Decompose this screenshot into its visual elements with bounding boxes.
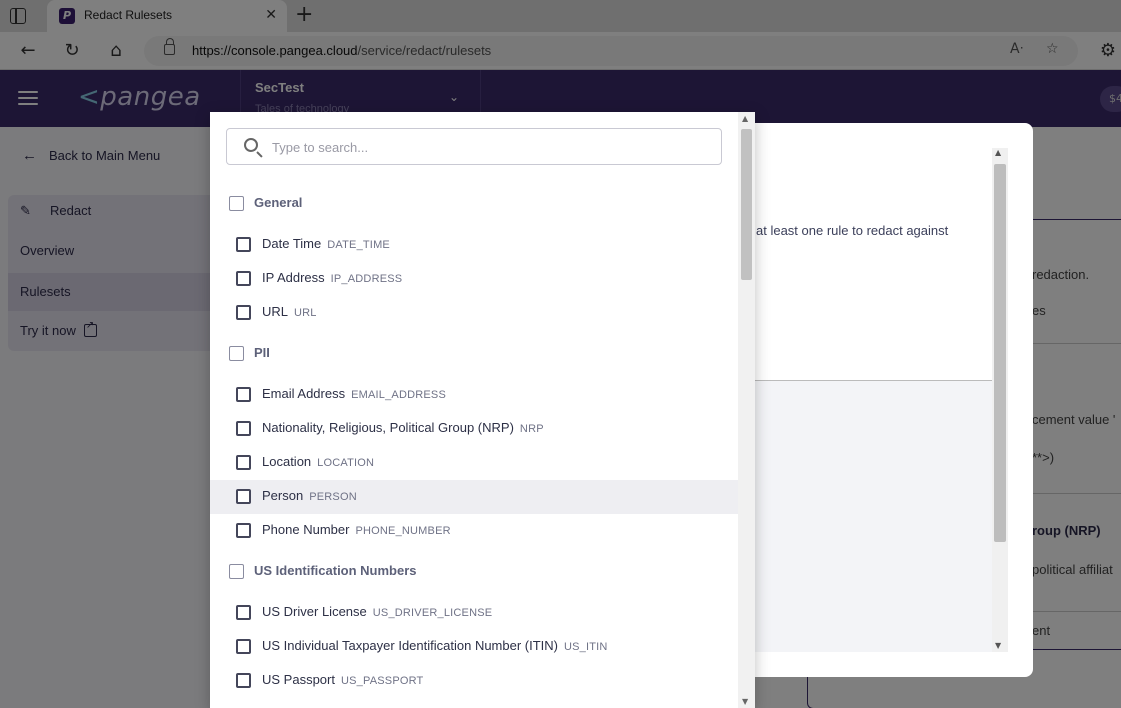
checkbox[interactable] xyxy=(229,346,244,361)
checkbox[interactable] xyxy=(236,673,251,688)
option-group-us-identification-numbers[interactable]: US Identification Numbers xyxy=(210,555,738,589)
option-us-passport[interactable]: US Passport US_PASSPORT xyxy=(210,664,738,698)
option-group-pii[interactable]: PII xyxy=(210,337,738,371)
option-location[interactable]: Location LOCATION xyxy=(210,446,738,480)
checkbox[interactable] xyxy=(236,455,251,470)
checkbox[interactable] xyxy=(236,605,251,620)
checkbox[interactable] xyxy=(236,305,251,320)
checkbox[interactable] xyxy=(236,489,251,504)
modal-textarea[interactable] xyxy=(754,380,992,652)
checkbox[interactable] xyxy=(236,237,251,252)
add-rule-modal: at least one rule to redact against ▲ ▼ xyxy=(740,123,1033,677)
scroll-down-icon[interactable]: ▼ xyxy=(995,641,1001,650)
option-us-itin[interactable]: US Individual Taxpayer Identification Nu… xyxy=(210,630,738,664)
checkbox[interactable] xyxy=(229,196,244,211)
option-ip-address[interactable]: IP Address IP_ADDRESS xyxy=(210,262,738,296)
modal-instruction-text: at least one rule to redact against xyxy=(756,223,949,238)
option-phone-number[interactable]: Phone Number PHONE_NUMBER xyxy=(210,514,738,548)
scroll-up-icon[interactable]: ▲ xyxy=(995,148,1001,157)
modal-scrollbar[interactable]: ▲ ▼ xyxy=(992,148,1008,652)
dropdown-scrollbar[interactable]: ▲ ▼ xyxy=(738,112,755,708)
checkbox[interactable] xyxy=(229,564,244,579)
search-input[interactable] xyxy=(272,137,702,157)
option-email-address[interactable]: Email Address EMAIL_ADDRESS xyxy=(210,378,738,412)
checkbox[interactable] xyxy=(236,421,251,436)
scroll-down-icon[interactable]: ▼ xyxy=(742,697,748,706)
checkbox[interactable] xyxy=(236,523,251,538)
option-group-general[interactable]: General xyxy=(210,187,738,221)
rule-picker-dropdown: General Date TimeDATE_TIME IP AddressIP_… xyxy=(210,112,755,708)
option-person[interactable]: Person PERSON xyxy=(210,480,738,514)
option-us-driver-license[interactable]: US Driver License US_DRIVER_LICENSE xyxy=(210,596,738,630)
search-field[interactable] xyxy=(226,128,722,165)
checkbox[interactable] xyxy=(236,271,251,286)
scroll-up-icon[interactable]: ▲ xyxy=(742,114,748,123)
search-icon xyxy=(244,138,258,152)
scroll-thumb[interactable] xyxy=(994,164,1006,542)
checkbox[interactable] xyxy=(236,639,251,654)
checkbox[interactable] xyxy=(236,387,251,402)
option-nrp[interactable]: Nationality, Religious, Political Group … xyxy=(210,412,738,446)
option-date-time[interactable]: Date Time DATE_TIME xyxy=(210,228,738,262)
option-url[interactable]: URL URL xyxy=(210,296,738,330)
scroll-thumb[interactable] xyxy=(741,129,752,280)
